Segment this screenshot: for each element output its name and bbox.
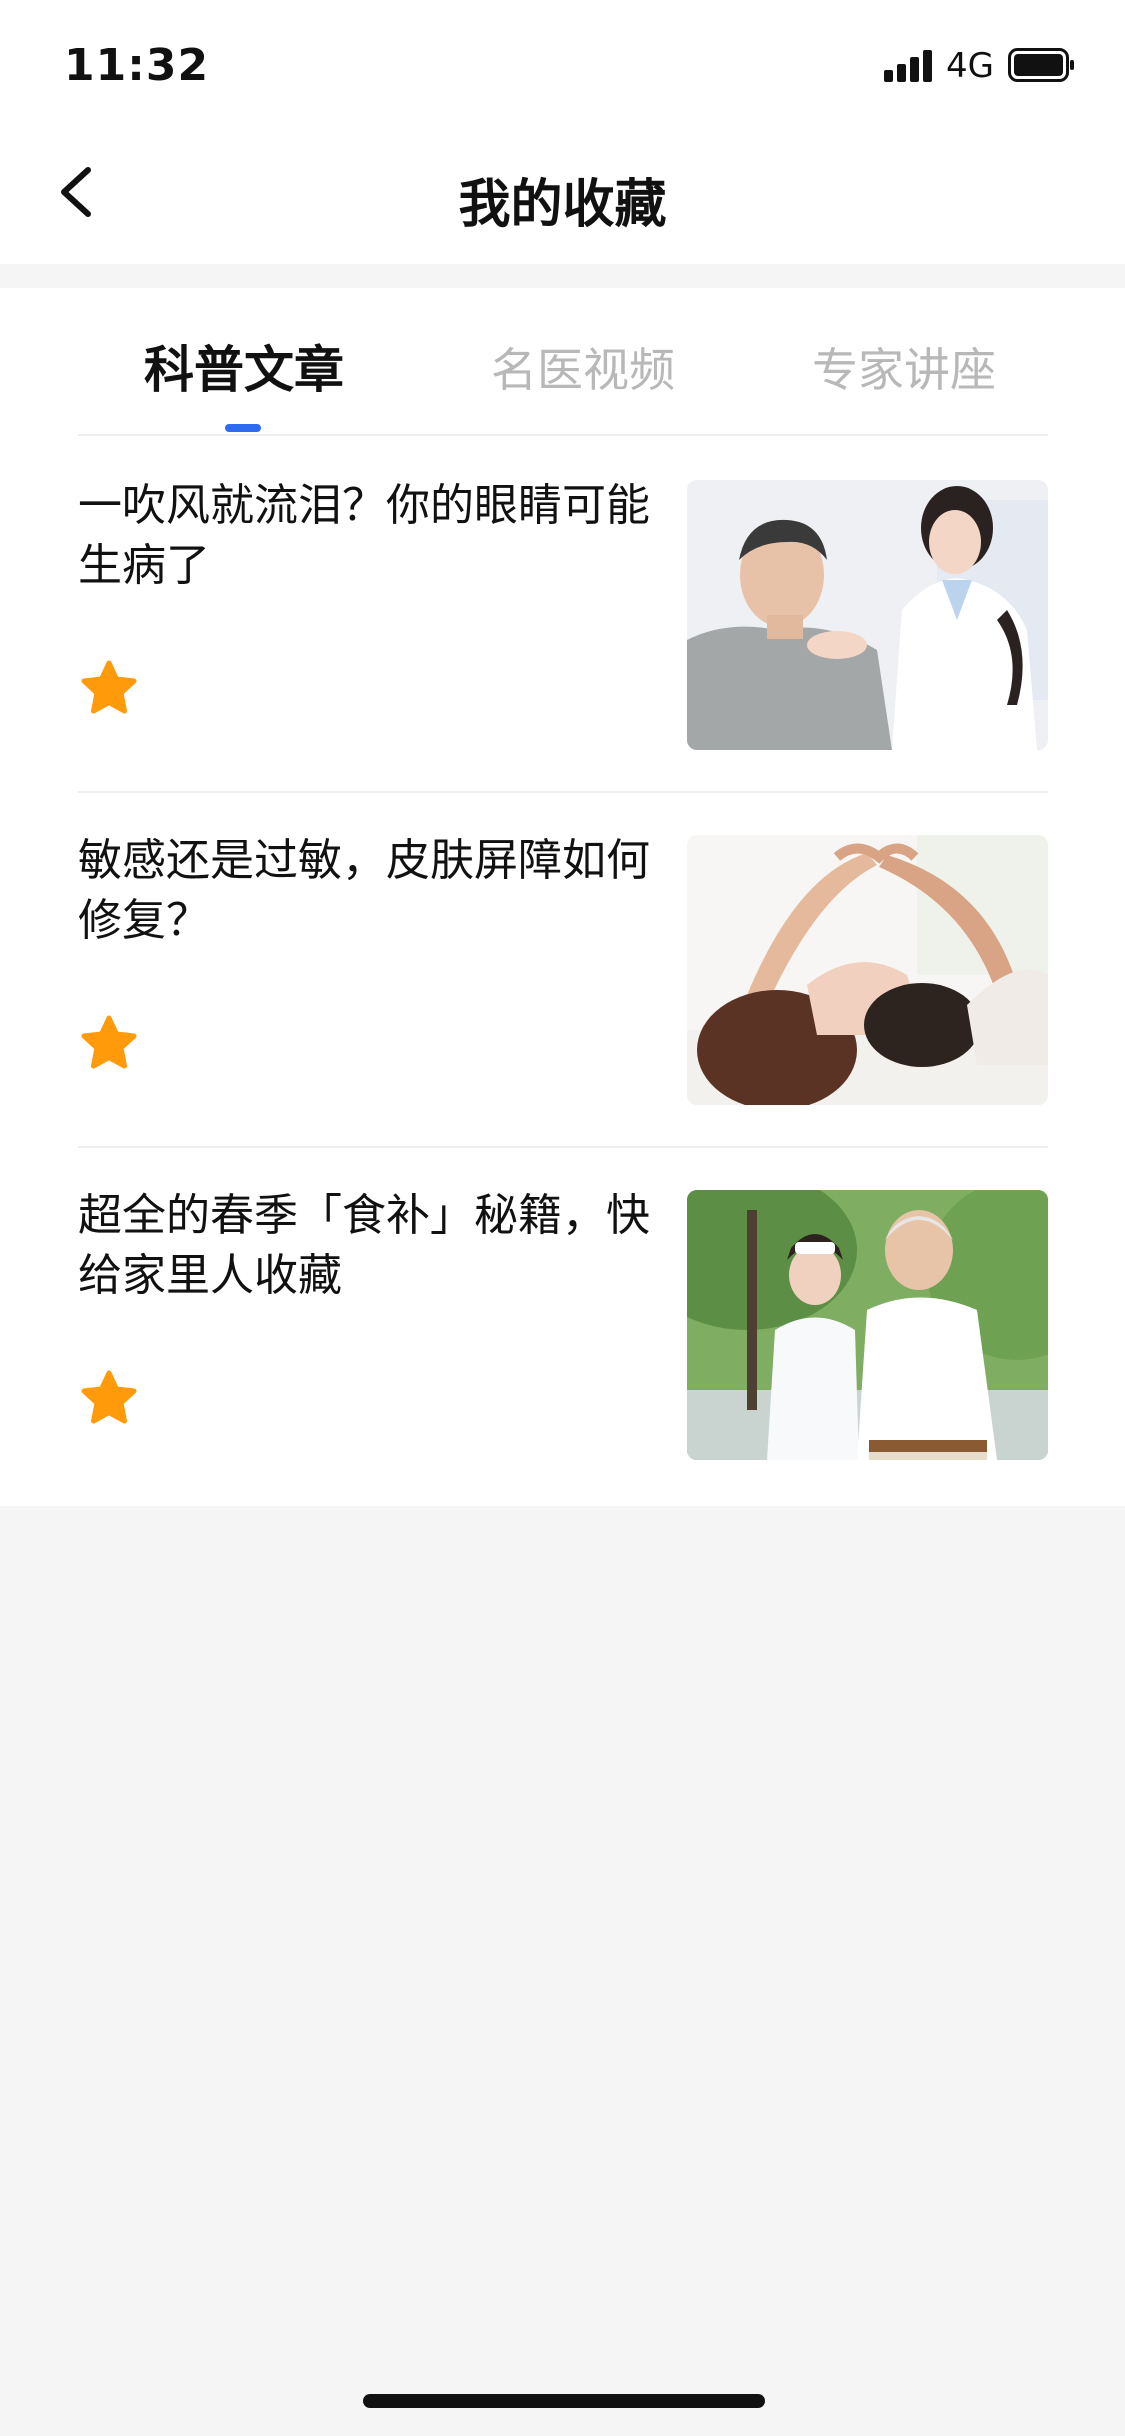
star-icon[interactable] [80,1370,138,1426]
article-item[interactable]: 一吹风就流泪？你的眼睛可能生病了 [78,438,1048,793]
nurse-with-elderly-man-photo [687,1190,1048,1460]
chevron-left-icon[interactable] [50,156,110,228]
tab-expert-lectures[interactable]: 专家讲座 [812,334,996,400]
page-title: 我的收藏 [458,175,667,235]
tab-science-articles[interactable]: 科普文章 [144,330,344,402]
article-title: 敏感还是过敏，皮肤屏障如何修复？ [78,835,650,946]
home-indicator[interactable] [363,2394,765,2408]
favorites-content: 科普文章 名医视频 专家讲座 一吹风就流泪？你的眼睛可能生病了 敏感还是过敏，皮… [0,288,1125,1506]
tab-doctor-videos[interactable]: 名医视频 [491,334,675,400]
star-icon[interactable] [80,1015,138,1071]
signal-bars-icon [884,50,936,82]
network-label: 4G [946,46,994,86]
couple-making-heart-photo [687,835,1048,1105]
article-title: 超全的春季「食补」秘籍，快给家里人收藏 [78,1190,650,1301]
tab-bar: 科普文章 名医视频 专家讲座 [78,288,1048,436]
status-bar: 11:32 4G [0,0,1125,132]
article-item[interactable]: 超全的春季「食补」秘籍，快给家里人收藏 [78,1148,1048,1503]
active-tab-indicator [225,424,261,432]
doctor-examining-patient-photo [687,480,1048,750]
favorites-screen: 11:32 4G 我的收藏 科普文章 名医视频 专家讲座 一吹风就流泪？你的眼睛… [0,0,1125,2436]
nav-bar: 我的收藏 [0,132,1125,264]
status-time: 11:32 [64,40,210,91]
article-item[interactable]: 敏感还是过敏，皮肤屏障如何修复？ [78,793,1048,1148]
article-title: 一吹风就流泪？你的眼睛可能生病了 [78,480,650,591]
battery-icon [1008,48,1074,82]
star-icon[interactable] [80,660,138,716]
